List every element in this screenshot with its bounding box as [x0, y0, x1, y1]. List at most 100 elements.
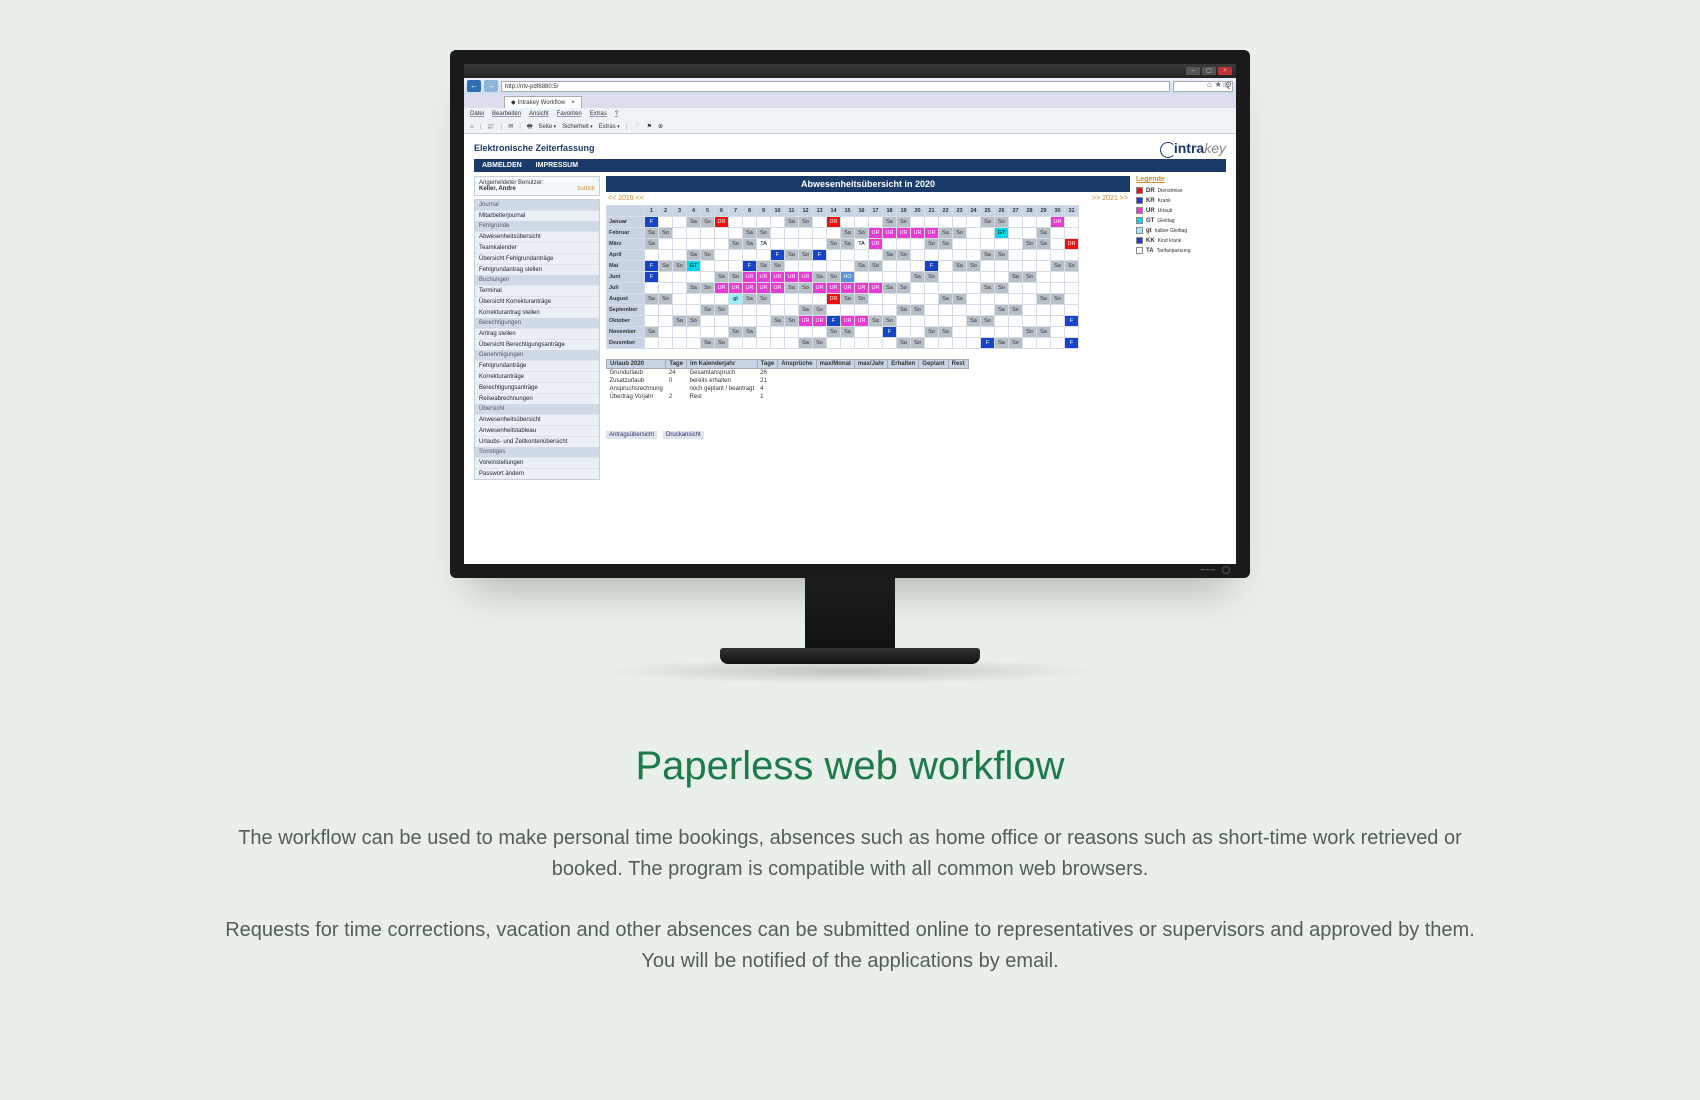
calendar-cell[interactable]: [995, 316, 1009, 327]
calendar-cell-absence[interactable]: DR: [827, 294, 841, 305]
calendar-cell[interactable]: [673, 283, 687, 294]
calendar-cell[interactable]: [729, 217, 743, 228]
calendar-cell[interactable]: [869, 338, 883, 349]
calendar-cell-absence[interactable]: GT: [687, 261, 701, 272]
calendar-cell[interactable]: [1037, 316, 1051, 327]
sidebar-item[interactable]: Abwesenheitsübersicht: [475, 231, 599, 242]
calendar-cell[interactable]: [841, 338, 855, 349]
toolbar-item[interactable]: ⊕: [658, 123, 663, 130]
calendar-cell-absence[interactable]: UR: [813, 283, 827, 294]
sidebar-item[interactable]: Terminal: [475, 285, 599, 296]
calendar-cell[interactable]: [841, 250, 855, 261]
calendar-cell[interactable]: [1065, 228, 1079, 239]
maximize-button[interactable]: ▢: [1202, 67, 1216, 75]
calendar-cell-absence[interactable]: F: [925, 261, 939, 272]
minimize-button[interactable]: –: [1186, 67, 1200, 75]
toolbar-item[interactable]: Extras: [599, 124, 620, 130]
calendar-cell[interactable]: [1037, 338, 1051, 349]
calendar-cell[interactable]: [813, 327, 827, 338]
calendar-cell[interactable]: [687, 294, 701, 305]
calendar-cell[interactable]: [673, 338, 687, 349]
calendar-cell[interactable]: [715, 294, 729, 305]
menu-item[interactable]: Ansicht: [529, 111, 549, 117]
calendar-cell[interactable]: [1009, 294, 1023, 305]
calendar-cell[interactable]: [687, 272, 701, 283]
url-field[interactable]: http://ntv-pdf6880:5/: [501, 81, 1170, 92]
calendar-cell[interactable]: [939, 217, 953, 228]
calendar-cell-absence[interactable]: UR: [785, 272, 799, 283]
calendar-cell-absence[interactable]: F: [883, 327, 897, 338]
calendar-cell[interactable]: [743, 338, 757, 349]
calendar-cell-absence[interactable]: F: [645, 217, 659, 228]
sidebar-item[interactable]: Korrekturantrag stellen: [475, 307, 599, 318]
calendar-cell[interactable]: [771, 239, 785, 250]
toolbar-item[interactable]: ❔: [633, 123, 640, 130]
calendar-cell-absence[interactable]: TA: [757, 239, 771, 250]
calendar-cell[interactable]: [827, 250, 841, 261]
calendar-cell-absence[interactable]: UR: [925, 228, 939, 239]
calendar-cell[interactable]: [673, 327, 687, 338]
menu-item[interactable]: Bearbeiten: [492, 111, 521, 117]
calendar-cell[interactable]: [953, 217, 967, 228]
calendar-cell[interactable]: [967, 305, 981, 316]
calendar-cell[interactable]: [645, 338, 659, 349]
calendar-cell-absence[interactable]: UR: [911, 228, 925, 239]
calendar-cell[interactable]: [701, 294, 715, 305]
calendar-cell[interactable]: [883, 239, 897, 250]
calendar-cell[interactable]: [757, 327, 771, 338]
sidebar-item[interactable]: Voreinstellungen: [475, 457, 599, 468]
calendar-cell-absence[interactable]: TA: [855, 239, 869, 250]
calendar-cell[interactable]: [659, 217, 673, 228]
calendar-cell[interactable]: [897, 327, 911, 338]
calendar-cell[interactable]: [855, 217, 869, 228]
calendar-cell[interactable]: [967, 250, 981, 261]
calendar-cell[interactable]: [911, 316, 925, 327]
calendar-cell[interactable]: [855, 338, 869, 349]
calendar-cell[interactable]: [659, 327, 673, 338]
calendar-cell[interactable]: [967, 239, 981, 250]
calendar-cell[interactable]: [855, 327, 869, 338]
calendar-cell[interactable]: [925, 283, 939, 294]
calendar-cell[interactable]: [771, 305, 785, 316]
calendar-cell[interactable]: [967, 228, 981, 239]
calendar-cell[interactable]: [1065, 217, 1079, 228]
calendar-cell[interactable]: [1023, 228, 1037, 239]
toolbar-item[interactable]: 📰: [487, 123, 494, 130]
calendar-cell-absence[interactable]: F: [827, 316, 841, 327]
calendar-cell[interactable]: [1009, 239, 1023, 250]
calendar-cell[interactable]: [911, 261, 925, 272]
calendar-cell-absence[interactable]: F: [771, 250, 785, 261]
menu-item[interactable]: Datei: [470, 111, 484, 117]
prev-year-link[interactable]: << 2019 <<: [608, 195, 644, 202]
calendar-cell[interactable]: [911, 217, 925, 228]
calendar-cell[interactable]: [1023, 294, 1037, 305]
calendar-cell-absence[interactable]: UR: [757, 283, 771, 294]
calendar-cell-absence[interactable]: F: [813, 250, 827, 261]
calendar-cell[interactable]: [687, 228, 701, 239]
calendar-cell[interactable]: [925, 316, 939, 327]
calendar-cell[interactable]: [967, 338, 981, 349]
calendar-cell[interactable]: [701, 228, 715, 239]
calendar-cell[interactable]: [1037, 272, 1051, 283]
calendar-cell[interactable]: [883, 294, 897, 305]
sidebar-item[interactable]: Antrag stellen: [475, 328, 599, 339]
calendar-cell[interactable]: [1051, 338, 1065, 349]
tab-close-icon[interactable]: ×: [571, 100, 575, 106]
sidebar-item[interactable]: Übersicht Korrekturanträge: [475, 296, 599, 307]
toolbar-item[interactable]: ⌂: [470, 124, 474, 130]
calendar-cell-absence[interactable]: UR: [869, 228, 883, 239]
next-year-link[interactable]: >> 2021 >>: [1092, 195, 1128, 202]
calendar-cell[interactable]: [1051, 272, 1065, 283]
toolbar-item[interactable]: Seite: [539, 124, 557, 130]
calendar-cell[interactable]: [771, 217, 785, 228]
calendar-cell[interactable]: [1051, 250, 1065, 261]
calendar-cell-absence[interactable]: GT: [995, 228, 1009, 239]
calendar-cell[interactable]: [883, 272, 897, 283]
calendar-cell-absence[interactable]: F: [743, 261, 757, 272]
calendar-cell-absence[interactable]: UR: [729, 283, 743, 294]
calendar-cell[interactable]: [673, 217, 687, 228]
calendar-cell[interactable]: [967, 217, 981, 228]
calendar-cell-absence[interactable]: DR: [827, 217, 841, 228]
calendar-cell[interactable]: [785, 261, 799, 272]
calendar-cell[interactable]: [925, 338, 939, 349]
